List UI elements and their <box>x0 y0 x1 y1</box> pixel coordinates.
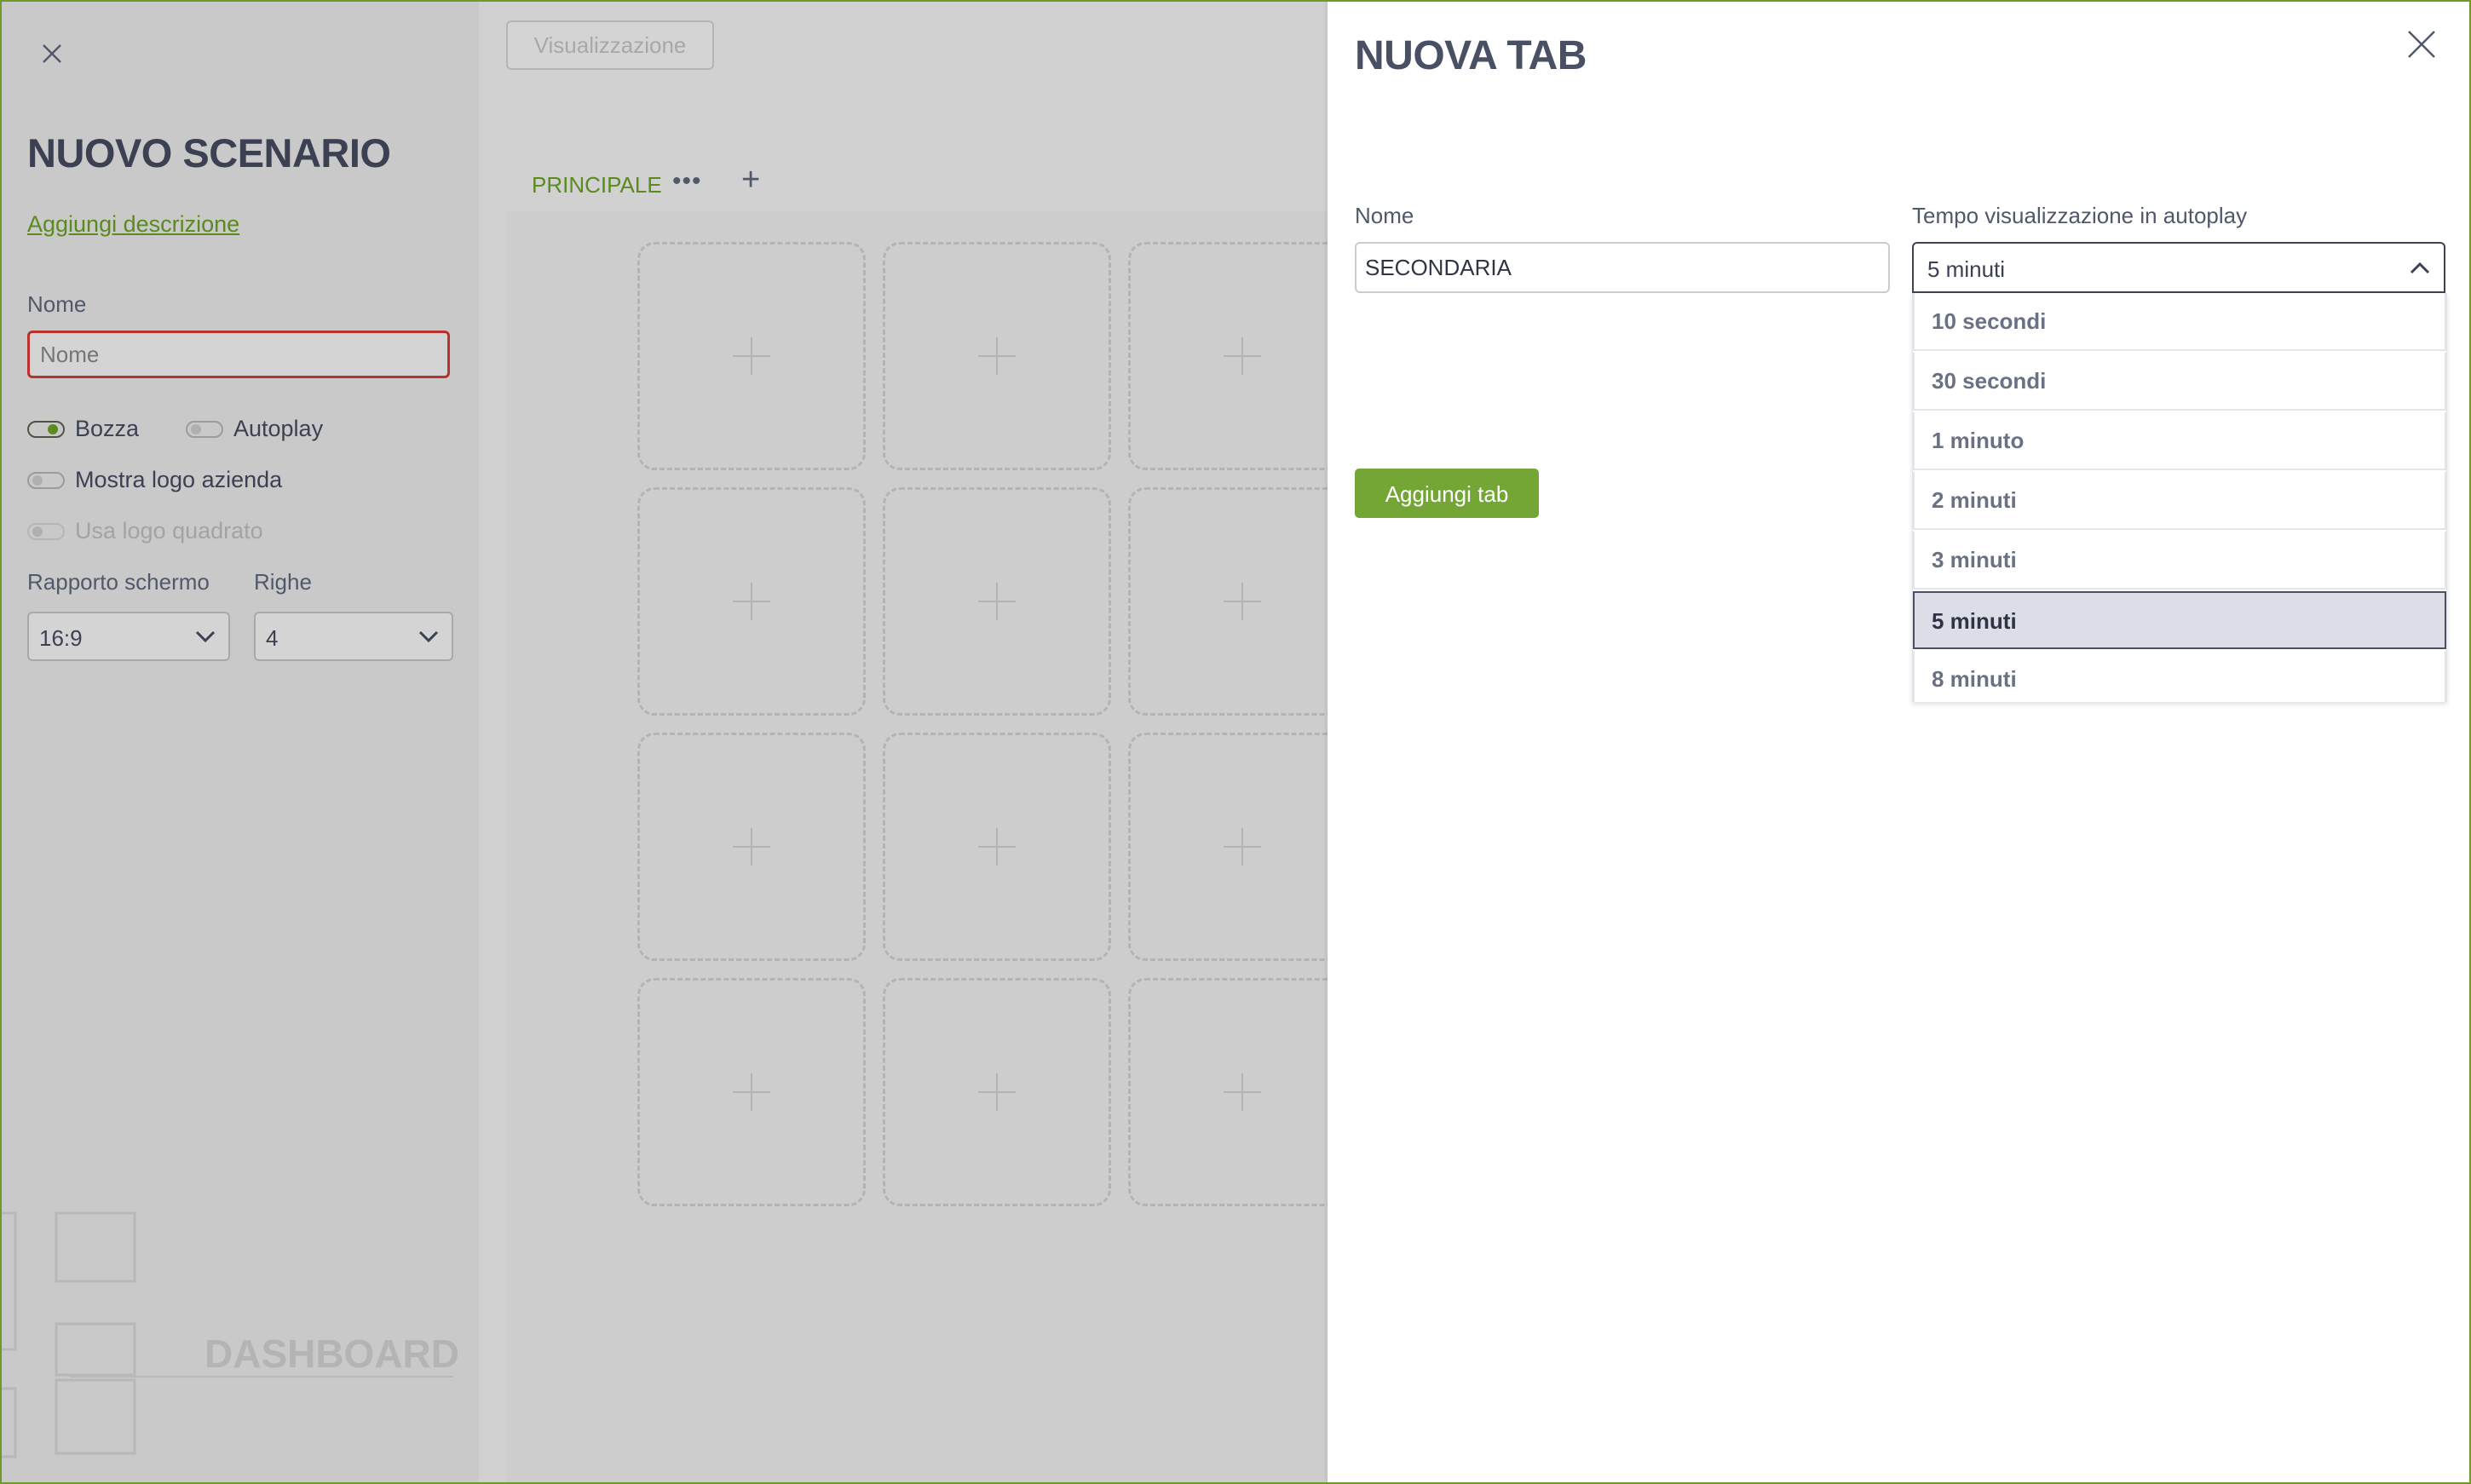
scenario-title: NUOVO SCENARIO <box>27 130 391 175</box>
app-window: NUOVO SCENARIO Aggiungi descrizione Nome… <box>2 2 2469 1482</box>
usa-logo-label: Usa logo quadrato <box>75 518 263 544</box>
name-label: Nome <box>27 291 87 317</box>
rows-select[interactable]: 4 <box>254 612 453 661</box>
chevron-down-icon <box>418 630 439 643</box>
plus-icon <box>733 828 770 866</box>
scenario-sidebar: NUOVO SCENARIO Aggiungi descrizione Nome… <box>2 2 479 1482</box>
plus-icon <box>978 337 1016 375</box>
grid-cell[interactable] <box>1128 733 1356 961</box>
bozza-label: Bozza <box>75 416 140 441</box>
plus-icon <box>978 828 1016 866</box>
autoplay-toggle[interactable]: Autoplay <box>186 416 323 442</box>
dashboard-label: DASHBOARD <box>204 1332 459 1376</box>
plus-icon <box>1224 828 1261 866</box>
more-options-icon[interactable]: ••• <box>672 167 702 196</box>
rows-value: 4 <box>266 625 279 651</box>
autoplay-time-options: 10 secondi 30 secondi 1 minuto 2 minuti … <box>1912 293 2447 702</box>
rows-label: Righe <box>254 569 312 595</box>
grid-cell[interactable] <box>1128 978 1356 1206</box>
autoplay-label: Autoplay <box>233 416 324 441</box>
plus-icon <box>733 583 770 620</box>
tab-label: PRINCIPALE <box>532 172 662 198</box>
scenario-name-input[interactable] <box>27 331 450 378</box>
grid-cell[interactable] <box>1128 487 1356 716</box>
option-2-minuti[interactable]: 2 minuti <box>1913 472 2446 530</box>
visualizzazione-button[interactable]: Visualizzazione <box>506 20 714 70</box>
ratio-label: Rapporto schermo <box>27 569 210 595</box>
autoplay-time-value: 5 minuti <box>1927 256 2006 282</box>
chevron-down-icon <box>195 630 216 643</box>
grid-cell[interactable] <box>637 242 866 470</box>
new-tab-panel: NUOVA TAB Nome Tempo visualizzazione in … <box>1328 2 2469 1482</box>
bozza-toggle[interactable]: Bozza <box>27 416 139 442</box>
close-icon[interactable] <box>39 41 65 66</box>
chevron-up-icon <box>2410 262 2430 274</box>
option-8-minuti[interactable]: 8 minuti <box>1913 651 2446 702</box>
plus-icon <box>978 1073 1016 1111</box>
grid-cell[interactable] <box>637 733 866 961</box>
mostra-logo-label: Mostra logo azienda <box>75 467 283 492</box>
option-30-secondi[interactable]: 30 secondi <box>1913 353 2446 411</box>
option-5-minuti[interactable]: 5 minuti <box>1913 591 2446 649</box>
grid-cell[interactable] <box>637 978 866 1206</box>
plus-icon <box>733 1073 770 1111</box>
add-tab-button[interactable]: + <box>741 162 760 198</box>
grid-cell[interactable] <box>883 733 1111 961</box>
option-1-minuto[interactable]: 1 minuto <box>1913 412 2446 470</box>
tab-name-label: Nome <box>1355 203 1414 228</box>
option-10-secondi[interactable]: 10 secondi <box>1913 293 2446 351</box>
close-icon[interactable] <box>2406 29 2437 60</box>
autoplay-time-select[interactable]: 5 minuti <box>1912 242 2445 293</box>
plus-icon <box>1224 337 1261 375</box>
grid-cell[interactable] <box>1128 242 1356 470</box>
ratio-value: 16:9 <box>39 625 83 651</box>
tab-name-input[interactable] <box>1355 242 1890 293</box>
plus-icon <box>1224 1073 1261 1111</box>
usa-logo-toggle: Usa logo quadrato <box>27 518 263 544</box>
toggle-switch <box>27 522 65 540</box>
autoplay-time-label: Tempo visualizzazione in autoplay <box>1912 203 2248 228</box>
plus-icon <box>733 337 770 375</box>
grid-cell[interactable] <box>883 487 1111 716</box>
add-description-link[interactable]: Aggiungi descrizione <box>27 211 239 238</box>
mostra-logo-toggle[interactable]: Mostra logo azienda <box>27 467 282 493</box>
grid-cell[interactable] <box>883 978 1111 1206</box>
plus-icon <box>1224 583 1261 620</box>
modal-title: NUOVA TAB <box>1355 33 1587 78</box>
ratio-select[interactable]: 16:9 <box>27 612 230 661</box>
grid-cell[interactable] <box>637 487 866 716</box>
tab-principale[interactable]: PRINCIPALE ••• <box>506 164 729 215</box>
grid-cell[interactable] <box>883 242 1111 470</box>
option-3-minuti[interactable]: 3 minuti <box>1913 532 2446 590</box>
toggle-switch[interactable] <box>27 471 65 489</box>
plus-icon <box>978 583 1016 620</box>
dashboard-grid <box>506 211 1367 1482</box>
add-tab-button[interactable]: Aggiungi tab <box>1355 469 1539 518</box>
toggle-switch[interactable] <box>186 420 223 438</box>
toggle-switch[interactable] <box>27 420 65 438</box>
